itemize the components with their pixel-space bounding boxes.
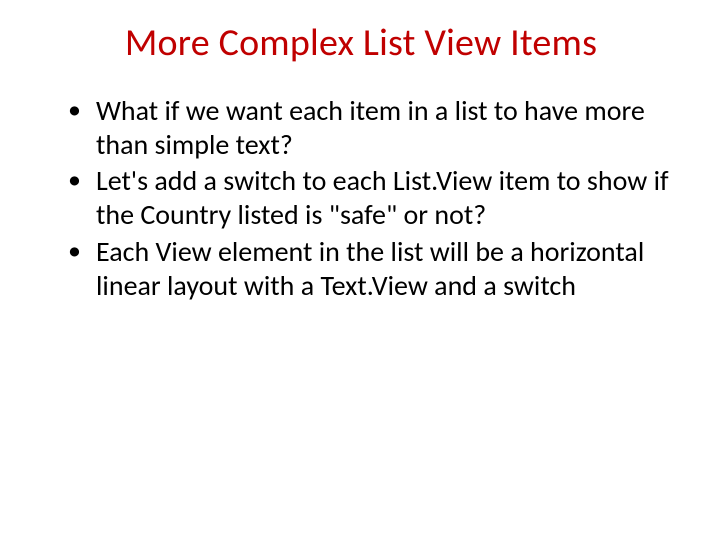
slide-title: More Complex List View Items — [50, 20, 672, 66]
list-item: What if we want each item in a list to h… — [68, 94, 672, 162]
bullet-list: What if we want each item in a list to h… — [60, 94, 672, 303]
list-item: Let's add a switch to each List.View ite… — [68, 164, 672, 232]
list-item: Each View element in the list will be a … — [68, 235, 672, 303]
